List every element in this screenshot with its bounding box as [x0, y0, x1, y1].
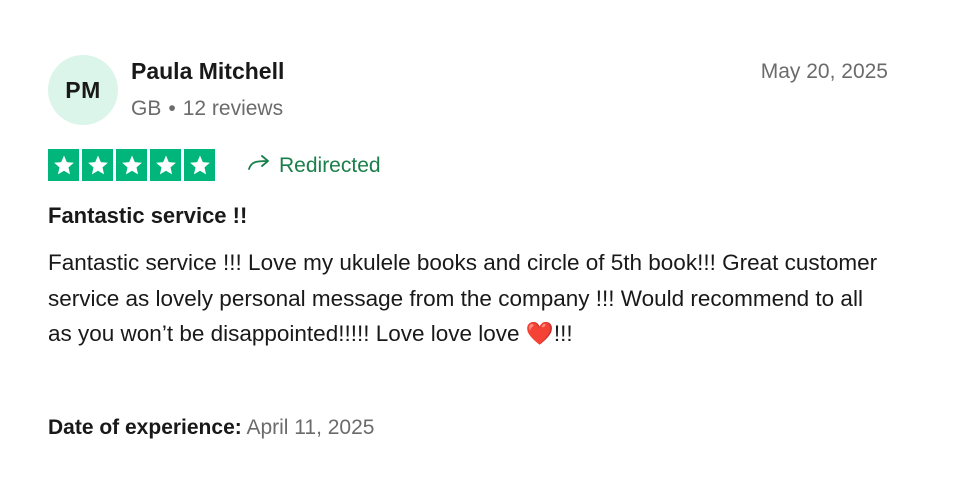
review-body: Fantastic service !!! Love my ukulele bo… [48, 250, 878, 346]
review-title[interactable]: Fantastic service !! [48, 203, 247, 229]
star-icon [150, 149, 181, 181]
reviewer-review-count[interactable]: 12 reviews [183, 97, 283, 121]
star-icon [48, 149, 79, 181]
redirect-arrow-icon [247, 153, 271, 179]
avatar[interactable]: PM [48, 55, 118, 125]
redirected-badge[interactable]: Redirected [247, 153, 381, 179]
experience-date: April 11, 2025 [246, 416, 375, 439]
experience-label: Date of experience: [48, 416, 242, 439]
review-date: May 20, 2025 [760, 60, 888, 83]
star-icon [184, 149, 215, 181]
meta-separator: • [168, 97, 176, 120]
reviewer-country: GB [131, 97, 162, 120]
reviewer-name[interactable]: Paula Mitchell [131, 58, 284, 85]
review-card: PM Paula Mitchell GB • 12 reviews May 20… [0, 0, 960, 484]
date-of-experience: Date of experience: April 11, 2025 [48, 416, 374, 440]
star-icon [82, 149, 113, 181]
redirected-label: Redirected [279, 154, 381, 177]
reviewer-meta: GB • 12 reviews [131, 97, 283, 121]
star-icon [116, 149, 147, 181]
star-rating [48, 149, 215, 181]
